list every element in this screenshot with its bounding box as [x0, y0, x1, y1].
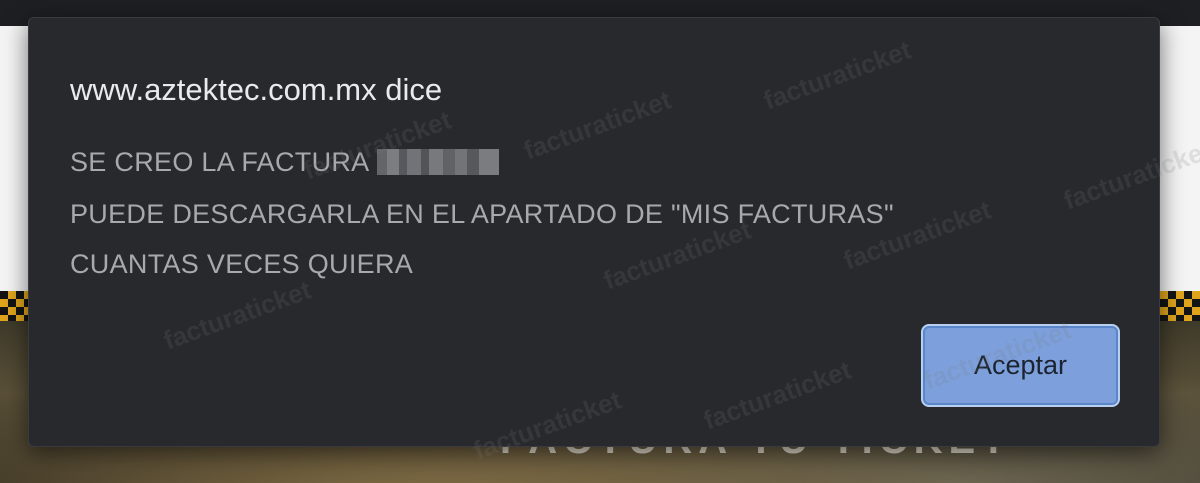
dialog-message-line-3: CUANTAS VECES QUIERA — [70, 249, 414, 279]
accept-button[interactable]: Aceptar — [921, 324, 1120, 407]
dialog-title: www.aztektec.com.mx dice — [70, 72, 443, 107]
dialog-message-line-1: SE CREO LA FACTURA — [70, 147, 500, 178]
dialog-message-line-2: PUEDE DESCARGARLA EN EL APARTADO DE "MIS… — [70, 199, 894, 229]
redacted-invoice-number — [377, 149, 500, 175]
alert-dialog: www.aztektec.com.mx dice SE CREO LA FACT… — [28, 17, 1160, 447]
message-text: SE CREO LA FACTURA — [70, 147, 370, 177]
